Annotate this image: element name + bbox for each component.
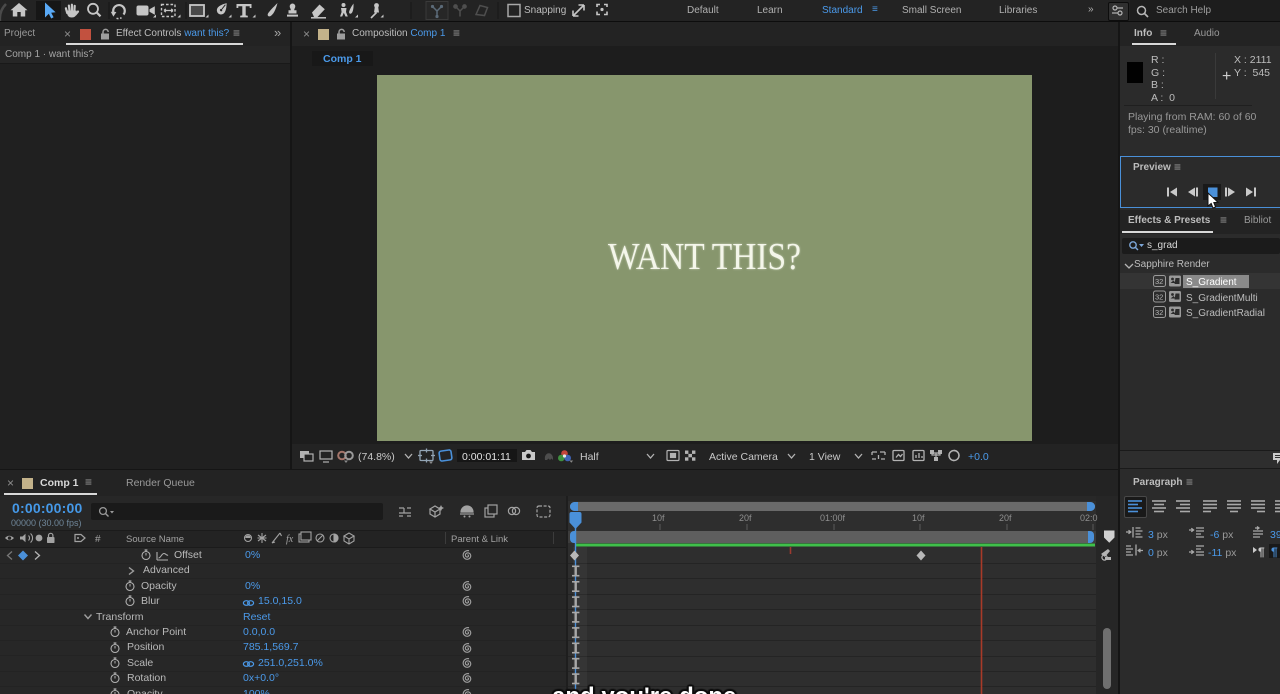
svg-text:#: # [95, 534, 101, 545]
svg-text:¶: ¶ [1258, 545, 1265, 559]
svg-text:¶: ¶ [1271, 545, 1278, 559]
svg-text:10f: 10f [652, 513, 665, 523]
svg-text:20f: 20f [999, 513, 1012, 523]
svg-text:10f: 10f [912, 513, 925, 523]
svg-text:02:0: 02:0 [1080, 513, 1098, 523]
svg-text:32: 32 [1155, 293, 1163, 302]
svg-text:20f: 20f [739, 513, 752, 523]
svg-text:32: 32 [1155, 277, 1163, 286]
svg-text:fx: fx [286, 534, 294, 545]
svg-text:32: 32 [1155, 308, 1163, 317]
svg-text:01:00f: 01:00f [820, 513, 846, 523]
